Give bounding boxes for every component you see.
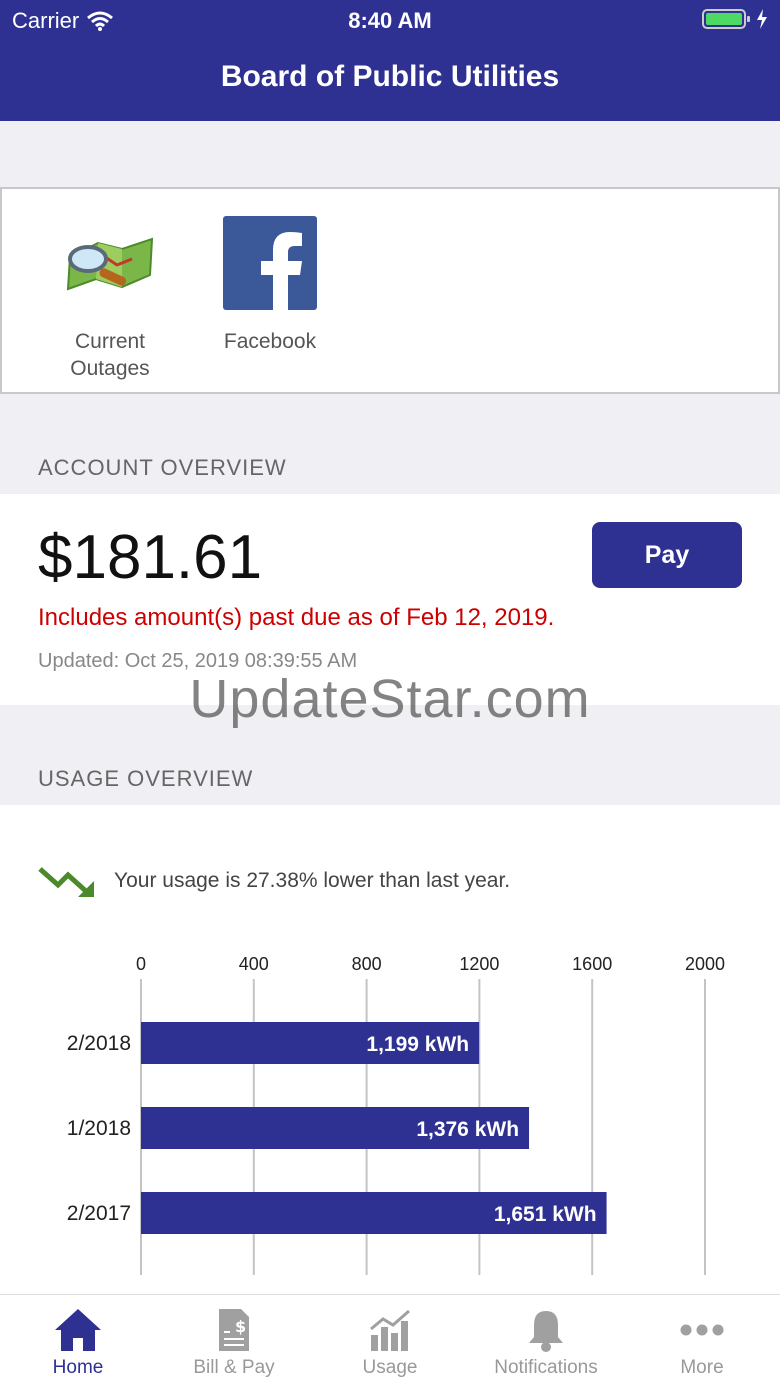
tab-usage-label: Usage <box>362 1357 418 1378</box>
shortcuts-panel: Current Outages Facebook <box>0 187 780 394</box>
tab-home[interactable]: Home <box>0 1307 156 1379</box>
facebook-shortcut[interactable]: Facebook <box>195 215 345 355</box>
usage-trend-text: Your usage is 27.38% lower than last yea… <box>114 869 511 892</box>
charging-bolt-icon <box>757 9 767 29</box>
page-title: Board of Public Utilities <box>220 60 560 93</box>
current-outages-shortcut[interactable]: Current Outages <box>35 215 185 382</box>
category-label-1: 1/2018 <box>67 1117 131 1140</box>
balance-amount: $181.61 <box>38 523 263 592</box>
x-tick-label-0: 0 <box>136 954 146 974</box>
x-tick-label-5: 2000 <box>685 954 725 974</box>
current-outages-label-1: Current <box>74 330 146 353</box>
usage-chart-icon <box>370 1309 410 1351</box>
trend-down-icon <box>38 867 94 897</box>
battery-icon <box>702 9 750 29</box>
tab-more[interactable]: More <box>624 1307 780 1379</box>
tab-bill-pay[interactable]: $ Bill & Pay <box>156 1307 312 1379</box>
tab-notifications-label: Notifications <box>494 1357 598 1378</box>
usage-bar-chart: 0 400 800 1200 1600 2000 2/2018 1,199 kWh 1/2018… <box>67 954 725 1275</box>
tab-home-label: Home <box>52 1357 104 1378</box>
outage-map-icon <box>66 237 154 291</box>
bell-icon <box>529 1311 563 1352</box>
tab-bar: Home $ Bill & Pay Usage Notifications Mo… <box>0 1294 780 1387</box>
watermark: UpdateStar.com <box>189 669 591 729</box>
app-header: Carrier 8:40 AM Board of Public Utilitie… <box>0 0 780 121</box>
x-tick-label-1: 400 <box>239 954 269 974</box>
category-label-2: 2/2017 <box>67 1202 131 1225</box>
usage-overview-card: Your usage is 27.38% lower than last yea… <box>0 805 780 1295</box>
bar-value-label-2: 1,651 kWh <box>494 1203 597 1226</box>
tab-usage[interactable]: Usage <box>312 1307 468 1379</box>
tab-more-label: More <box>680 1357 724 1378</box>
usage-trend: Your usage is 27.38% lower than last yea… <box>38 863 510 899</box>
pay-button[interactable]: Pay <box>592 522 742 588</box>
status-bar: Carrier 8:40 AM <box>0 0 780 40</box>
x-tick-label-3: 1200 <box>459 954 499 974</box>
current-outages-label-2: Outages <box>70 357 150 380</box>
battery-indicator <box>702 8 768 30</box>
more-icon <box>680 1324 724 1336</box>
home-icon <box>55 1309 101 1351</box>
account-overview-heading: ACCOUNT OVERVIEW <box>38 455 287 480</box>
bar-value-label-1: 1,376 kWh <box>416 1118 519 1141</box>
x-tick-label-2: 800 <box>352 954 382 974</box>
past-due-notice: Includes amount(s) past due as of Feb 12… <box>38 604 555 631</box>
x-tick-label-4: 1600 <box>572 954 612 974</box>
clock: 8:40 AM <box>348 8 432 33</box>
usage-overview-heading: USAGE OVERVIEW <box>38 766 254 791</box>
facebook-icon <box>223 216 317 311</box>
svg-text:$: $ <box>235 1317 246 1336</box>
facebook-label: Facebook <box>223 330 317 353</box>
bill-icon: $ <box>219 1309 249 1351</box>
category-label-0: 2/2018 <box>67 1032 131 1055</box>
bar-value-label-0: 1,199 kWh <box>366 1033 469 1056</box>
tab-bill-pay-label: Bill & Pay <box>193 1357 275 1378</box>
tab-notifications[interactable]: Notifications <box>468 1307 624 1379</box>
